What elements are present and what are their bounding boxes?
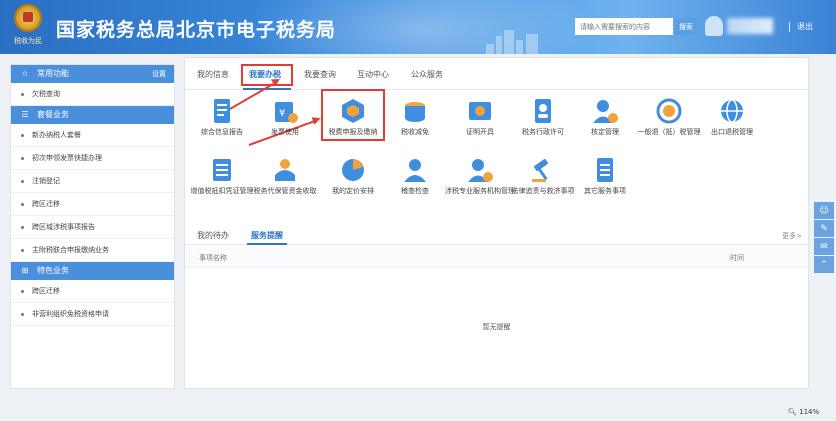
vat-voucher-icon bbox=[213, 159, 231, 181]
tab-my-info[interactable]: 我的信息 bbox=[197, 69, 229, 80]
tab-my-todo[interactable]: 我的待办 bbox=[197, 230, 229, 241]
certificate-icon bbox=[469, 102, 491, 120]
message-icon[interactable]: ✉ bbox=[814, 238, 834, 256]
sidebar-settings-link[interactable]: 设置 bbox=[152, 65, 166, 83]
sidebar-item-deregistration[interactable]: 注销登记 bbox=[11, 170, 174, 193]
sidebar-item-tax-arrears[interactable]: 欠税查询 bbox=[11, 83, 174, 106]
sidebar-item-first-invoice[interactable]: 初次申领发票快捷办理 bbox=[11, 147, 174, 170]
bullet-icon bbox=[21, 133, 24, 137]
bullet-icon bbox=[21, 312, 24, 316]
star-icon: ☆ bbox=[21, 69, 29, 78]
online-service-icon[interactable]: ☺ bbox=[814, 202, 834, 220]
pricing-icon bbox=[342, 159, 364, 181]
reminder-table-header: 事项名称 时间 bbox=[185, 246, 808, 268]
approval-icon bbox=[593, 100, 618, 123]
top-header: 税收为民 国家税务总局北京市电子税务局 搜索 退出 bbox=[0, 0, 836, 54]
tab-interaction[interactable]: 互动中心 bbox=[357, 69, 389, 80]
inspection-icon bbox=[404, 159, 426, 182]
edit-icon[interactable]: ✎ bbox=[814, 220, 834, 238]
law-icon bbox=[532, 158, 549, 182]
logo-motto: 税收为民 bbox=[14, 37, 42, 45]
grid-item-export-refund[interactable]: 出口退税管理 bbox=[696, 96, 768, 137]
bullet-icon bbox=[21, 225, 24, 229]
fund-custody-icon bbox=[275, 159, 295, 181]
grid-item-inspection[interactable]: 稽查检查 bbox=[379, 155, 451, 196]
grid-item-other-services[interactable]: 其它服务事项 bbox=[569, 155, 641, 196]
other-services-icon bbox=[597, 158, 613, 182]
sidebar-item-new-taxpayer[interactable]: 新办纳税人套餐 bbox=[11, 124, 174, 147]
empty-reminder-message: 暂无提醒 bbox=[482, 323, 511, 331]
user-name-blurred bbox=[727, 18, 773, 34]
main-panel: 我的信息 我要办税 我要查询 互动中心 公众服务 综合信息报告 ¥ 发票使用 税… bbox=[184, 57, 809, 389]
emblem-icon bbox=[14, 4, 42, 32]
license-icon bbox=[535, 99, 551, 123]
sidebar-section-label: 常用功能 bbox=[37, 69, 69, 78]
bullet-icon bbox=[21, 179, 24, 183]
grid-item-general-report[interactable]: 综合信息报告 bbox=[186, 96, 258, 137]
sidebar-item-joint-declaration[interactable]: 主附税联合申报缴纳业务 bbox=[11, 239, 174, 262]
bullet-icon bbox=[21, 248, 24, 252]
grid-item-refund[interactable]: 一般退（抵）税管理 bbox=[633, 96, 705, 137]
bullet-icon bbox=[21, 156, 24, 160]
sidebar-item-special-migration[interactable]: 跨区迁移 bbox=[11, 280, 174, 303]
package-icon: ☰ bbox=[21, 110, 29, 119]
tax-reduction-icon bbox=[405, 102, 425, 122]
svg-text:¥: ¥ bbox=[279, 108, 285, 119]
tab-service-reminder[interactable]: 服务提醒 bbox=[251, 230, 283, 241]
sidebar-section-package[interactable]: ☰ 套餐业务 bbox=[11, 106, 174, 124]
more-link[interactable]: 更多> bbox=[782, 231, 802, 241]
sidebar: ☆ 常用功能 设置 欠税查询 ☰ 套餐业务 新办纳税人套餐 初次申领发票快捷办理 注… bbox=[10, 64, 175, 389]
grid-item-invoice-use[interactable]: ¥ 发票使用 bbox=[249, 96, 321, 137]
bullet-icon bbox=[21, 289, 24, 293]
tax-declaration-icon bbox=[342, 99, 364, 123]
grid-item-agency[interactable]: 涉税专业服务机构管理 bbox=[444, 155, 516, 196]
skyline-decoration bbox=[486, 28, 546, 54]
tab-query[interactable]: 我要查询 bbox=[304, 69, 336, 80]
sidebar-section-label: 特色业务 bbox=[37, 266, 69, 275]
user-avatar[interactable] bbox=[705, 16, 723, 36]
refund-icon bbox=[656, 98, 682, 124]
column-time: 时间 bbox=[730, 254, 744, 262]
search-input[interactable] bbox=[575, 18, 673, 35]
column-item-name: 事项名称 bbox=[199, 254, 227, 262]
sidebar-item-cross-district[interactable]: 跨区迁移 bbox=[11, 193, 174, 216]
sidebar-item-cross-region-report[interactable]: 跨区域涉税事项报告 bbox=[11, 216, 174, 239]
annotation-box-tab bbox=[241, 64, 293, 86]
grid-item-vat-voucher[interactable]: 增值税抵扣凭证管理 bbox=[186, 155, 258, 196]
back-to-top-icon[interactable]: ⌃ bbox=[814, 256, 834, 274]
grid-item-certificate[interactable]: 证明开具 bbox=[444, 96, 516, 137]
zoom-icon: 🔍︎ bbox=[788, 408, 797, 416]
document-icon bbox=[214, 99, 230, 123]
tab-public-service[interactable]: 公众服务 bbox=[411, 69, 443, 80]
grid-item-tax-reduction[interactable]: 税收减免 bbox=[379, 96, 451, 137]
sidebar-item-nonprofit-exemption[interactable]: 非营利组织免税资格申请 bbox=[11, 303, 174, 326]
floating-toolbar: ☺ ✎ ✉ ⌃ bbox=[814, 202, 834, 274]
bullet-icon bbox=[21, 92, 24, 96]
grid-item-approval[interactable]: 核定管理 bbox=[569, 96, 641, 137]
bullet-icon bbox=[21, 202, 24, 206]
tax-emblem-logo: 税收为民 bbox=[8, 4, 48, 48]
active-subtab-indicator bbox=[247, 243, 287, 245]
sidebar-section-common[interactable]: ☆ 常用功能 设置 bbox=[11, 65, 174, 83]
invoice-icon: ¥ bbox=[275, 102, 298, 123]
agency-icon bbox=[468, 159, 493, 182]
reminder-tabs: 我的待办 服务提醒 更多> bbox=[185, 223, 808, 245]
logout-link[interactable]: 退出 bbox=[789, 21, 813, 32]
site-title: 国家税务总局北京市电子税务局 bbox=[56, 19, 337, 41]
grid-icon: ⊞ bbox=[21, 266, 29, 275]
grid-item-fund-custody[interactable]: 税务代保管资金收取 bbox=[249, 155, 321, 196]
sidebar-section-label: 套餐业务 bbox=[37, 110, 69, 119]
zoom-level[interactable]: 🔍︎ 114% bbox=[788, 408, 819, 416]
export-refund-icon bbox=[721, 99, 743, 123]
search-button[interactable]: 搜索 bbox=[675, 18, 697, 35]
sidebar-section-special[interactable]: ⊞ 特色业务 bbox=[11, 262, 174, 280]
